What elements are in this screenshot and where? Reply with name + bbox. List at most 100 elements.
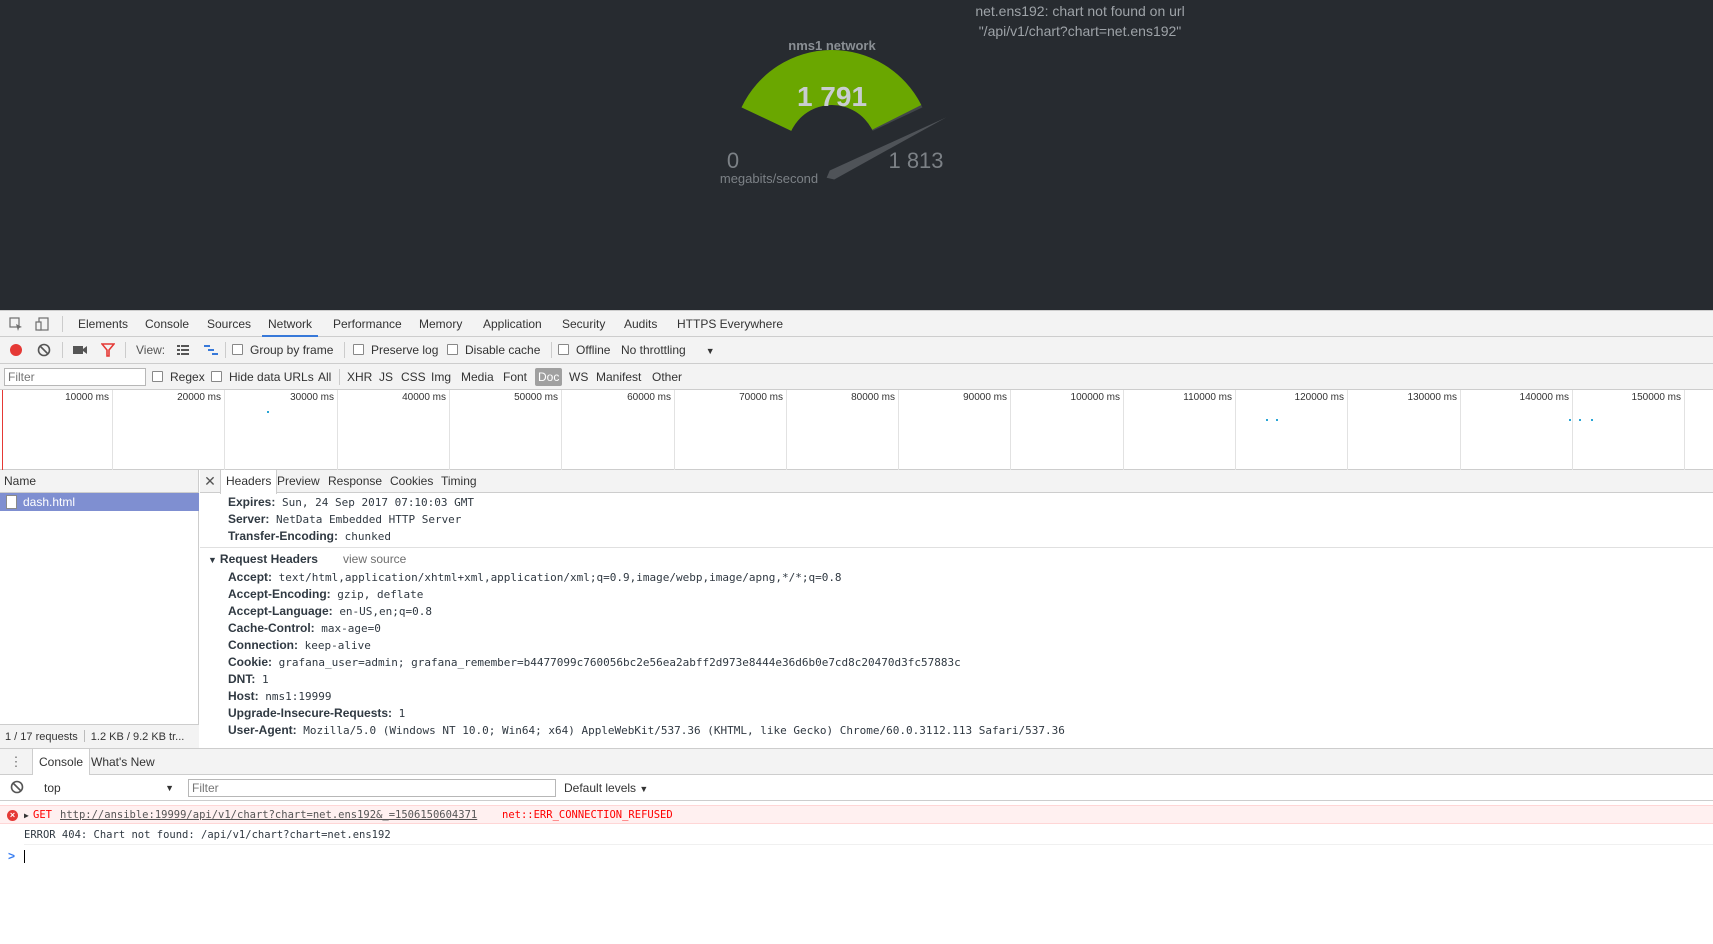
waterfall-icon[interactable] — [203, 343, 219, 359]
tab-cookies[interactable]: Cookies — [385, 470, 438, 493]
header-key: Upgrade-Insecure-Requests: — [228, 706, 393, 720]
clear-icon[interactable] — [36, 343, 52, 359]
checkbox-box[interactable] — [152, 371, 163, 382]
offline-checkbox[interactable]: Offline — [558, 337, 610, 364]
hide-data-urls-checkbox[interactable]: Hide data URLs — [211, 364, 314, 390]
tab-response[interactable]: Response — [323, 470, 387, 493]
timeline-gridline — [1572, 390, 1573, 470]
timeline-gridline — [898, 390, 899, 470]
timeline-tick-label: 60000 ms — [627, 392, 671, 403]
record-icon[interactable] — [8, 343, 24, 359]
filter-type-ws[interactable]: WS — [566, 368, 591, 386]
name-column-header[interactable]: Name — [0, 470, 198, 493]
timeline-marker — [2, 390, 3, 470]
preserve-log-label: Preserve log — [371, 343, 439, 357]
device-toolbar-icon[interactable] — [35, 316, 51, 332]
gauge-max: 1 813 — [888, 148, 943, 173]
filter-type-img[interactable]: Img — [428, 368, 454, 386]
regex-checkbox[interactable]: Regex — [152, 364, 205, 390]
request-header-row: Accept: text/html,application/xhtml+xml,… — [228, 569, 842, 586]
timeline-tick-label: 90000 ms — [963, 392, 1007, 403]
context-value: top — [44, 781, 61, 795]
console-prompt-icon: > — [8, 849, 16, 863]
network-overview-timeline[interactable]: 10000 ms 20000 ms 30000 ms 40000 ms 50000 ms… — [0, 390, 1713, 470]
timeline-gridline — [1347, 390, 1348, 470]
filter-type-font[interactable]: Font — [500, 368, 530, 386]
throttling-select[interactable]: No throttling ▼ — [621, 337, 715, 364]
drawer-tab-whats-new[interactable]: What's New — [85, 749, 161, 775]
timeline-tick-label: 70000 ms — [739, 392, 783, 403]
request-dot — [1266, 419, 1268, 421]
disable-cache-label: Disable cache — [465, 343, 541, 357]
filter-icon[interactable] — [100, 343, 116, 359]
tab-https-everywhere[interactable]: HTTPS Everywhere — [671, 311, 789, 337]
timeline-gridline — [786, 390, 787, 470]
triangle-down-icon: ▼ — [208, 555, 217, 565]
tabbar-separator — [62, 316, 63, 332]
preserve-log-checkbox[interactable]: Preserve log — [353, 337, 438, 364]
request-headers-toggle[interactable]: ▼ Request Headers — [208, 551, 318, 568]
request-row-dash-html[interactable]: dash.html — [0, 493, 199, 511]
filter-type-media[interactable]: Media — [458, 368, 497, 386]
capture-screenshots-icon[interactable] — [72, 343, 88, 359]
tab-network[interactable]: Network — [262, 311, 319, 337]
view-source-link[interactable]: view source — [343, 551, 406, 568]
header-key: Cookie: — [228, 655, 273, 669]
checkbox-box[interactable] — [353, 344, 364, 355]
response-header-row: Transfer-Encoding: chunked — [228, 528, 391, 545]
checkbox-box[interactable] — [447, 344, 458, 355]
tab-performance[interactable]: Performance — [327, 311, 408, 337]
checkbox-box[interactable] — [211, 371, 222, 382]
tab-audits[interactable]: Audits — [618, 311, 663, 337]
header-key: Server: — [228, 512, 270, 526]
error-url-link[interactable]: http://ansible:19999/api/v1/chart?chart=… — [60, 806, 477, 825]
large-rows-icon[interactable] — [175, 343, 191, 359]
group-by-frame-label: Group by frame — [250, 343, 334, 357]
console-filter-input[interactable] — [188, 779, 556, 797]
tab-console[interactable]: Console — [139, 311, 195, 337]
tab-timing[interactable]: Timing — [436, 470, 482, 493]
request-header-row: DNT: 1 — [228, 671, 269, 688]
group-by-frame-checkbox[interactable]: Group by frame — [232, 337, 333, 364]
tab-memory[interactable]: Memory — [413, 311, 468, 337]
console-error-message[interactable]: × ▶ GET http://ansible:19999/api/v1/char… — [0, 805, 1713, 824]
request-name: dash.html — [23, 495, 76, 509]
request-dot — [1591, 419, 1593, 421]
filter-type-css[interactable]: CSS — [398, 368, 429, 386]
tab-headers[interactable]: Headers — [220, 470, 278, 494]
header-key: Connection: — [228, 638, 298, 652]
log-levels-select[interactable]: Default levels ▼ — [564, 775, 648, 801]
network-filter-input[interactable] — [4, 368, 146, 386]
disable-cache-checkbox[interactable]: Disable cache — [447, 337, 540, 364]
toolbar-separator — [551, 342, 552, 358]
chevron-down-icon: ▼ — [639, 784, 649, 794]
inspect-element-icon[interactable] — [8, 316, 24, 332]
filter-type-doc[interactable]: Doc — [535, 368, 563, 386]
checkbox-box[interactable] — [558, 344, 569, 355]
more-options-icon[interactable]: ⋮ — [8, 754, 24, 770]
close-icon[interactable]: ✕ — [203, 470, 217, 493]
filter-type-js[interactable]: JS — [376, 368, 396, 386]
chart-error-line-1: net.ens192: chart not found on url — [975, 3, 1185, 19]
request-header-row: Connection: keep-alive — [228, 637, 371, 654]
filter-type-other[interactable]: Other — [649, 368, 685, 386]
request-header-row: Upgrade-Insecure-Requests: 1 — [228, 705, 405, 722]
drawer-tab-console[interactable]: Console — [32, 749, 91, 775]
tab-application[interactable]: Application — [477, 311, 548, 337]
context-select[interactable]: top ▼ — [38, 778, 178, 798]
header-value: gzip, deflate — [337, 588, 424, 601]
timeline-tick-label: 10000 ms — [65, 392, 109, 403]
filter-type-xhr[interactable]: XHR — [344, 368, 375, 386]
filter-type-manifest[interactable]: Manifest — [593, 368, 644, 386]
tab-elements[interactable]: Elements — [72, 311, 134, 337]
console-toolbar: top ▼ Default levels ▼ — [0, 775, 1713, 801]
checkbox-box[interactable] — [232, 344, 243, 355]
tab-sources[interactable]: Sources — [201, 311, 257, 337]
filter-type-all[interactable]: All — [315, 368, 334, 386]
console-input-caret[interactable] — [24, 850, 25, 863]
timeline-gridline — [224, 390, 225, 470]
clear-console-icon[interactable] — [9, 780, 25, 796]
expand-triangle-icon[interactable]: ▶ — [24, 806, 29, 825]
tab-preview[interactable]: Preview — [272, 470, 325, 493]
tab-security[interactable]: Security — [556, 311, 611, 337]
